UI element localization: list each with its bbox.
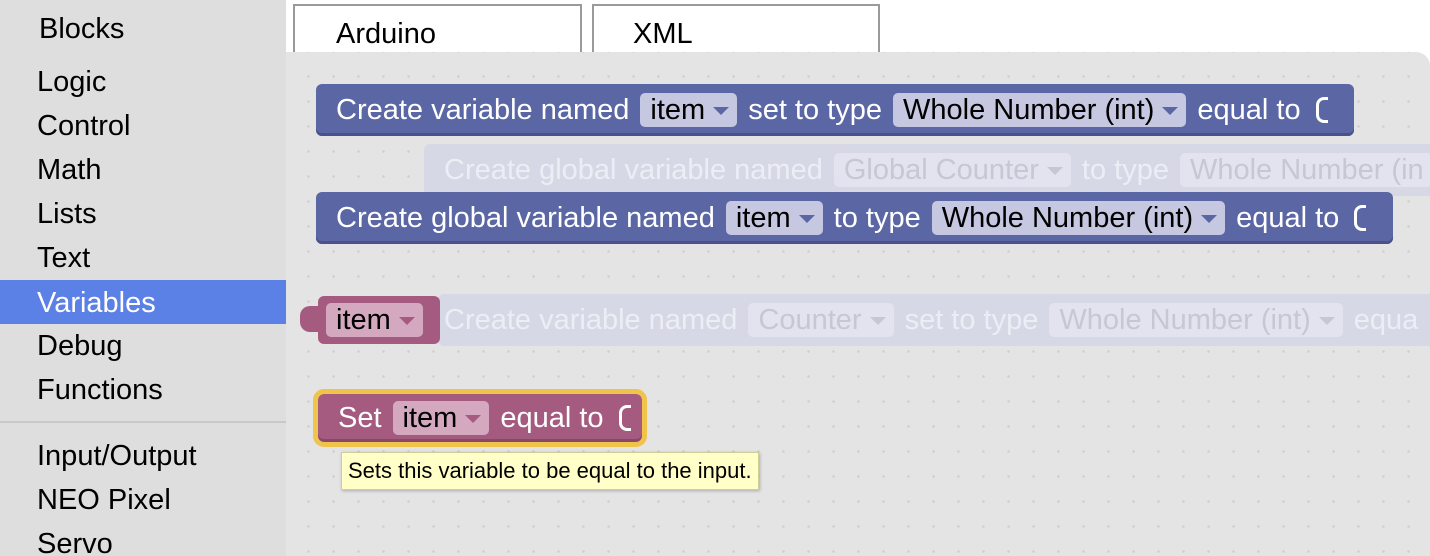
category-input-output[interactable]: Input/Output (0, 433, 286, 477)
chevron-down-icon (798, 215, 815, 223)
category-logic[interactable]: Logic (0, 59, 286, 103)
block-tooltip: Sets this variable to be equal to the in… (341, 452, 759, 490)
chevron-down-icon (869, 317, 886, 325)
category-debug[interactable]: Debug (0, 323, 286, 367)
block-label: Create global variable named (444, 153, 823, 186)
block-label: Create variable named (444, 303, 738, 336)
block-label: to type (833, 201, 921, 234)
variable-name-dropdown: Global Counter (833, 153, 1071, 187)
chevron-down-icon (1201, 215, 1218, 223)
block-label: Create variable named (336, 93, 630, 126)
chevron-down-icon (713, 107, 730, 115)
tab-arduino[interactable]: Arduino (293, 4, 582, 54)
block-label: set to type (748, 93, 882, 126)
blockly-editor: Blocks Arduino XML Logic Control Math Li… (0, 0, 1430, 556)
category-control[interactable]: Control (0, 103, 286, 147)
value-input-socket (618, 405, 631, 431)
variable-name-dropdown[interactable]: item (326, 303, 423, 337)
category-text[interactable]: Text (0, 235, 286, 279)
block-label: equal to (1197, 93, 1301, 126)
variable-type-dropdown[interactable]: Whole Number (int) (893, 93, 1187, 127)
chevron-down-icon (1046, 167, 1063, 175)
category-math[interactable]: Math (0, 147, 286, 191)
block-label: set to type (904, 303, 1039, 336)
value-input-socket (1354, 205, 1367, 231)
create-variable-block[interactable]: Create variable named item set to type W… (316, 84, 1354, 136)
toolbox-sidebar: Logic Control Math Lists Text Variables … (0, 57, 286, 556)
ghost-variable-block: Create variable named Counter set to typ… (438, 294, 1430, 346)
category-functions[interactable]: Functions (0, 367, 286, 411)
category-variables[interactable]: Variables (0, 280, 286, 324)
block-label: Set (338, 401, 382, 434)
block-label: Create global variable named (336, 201, 715, 234)
variable-type-dropdown: Whole Number (int) (1049, 303, 1343, 337)
create-global-variable-block[interactable]: Create global variable named item to typ… (316, 192, 1393, 244)
tab-blocks[interactable]: Blocks (0, 0, 286, 60)
category-neo-pixel[interactable]: NEO Pixel (0, 477, 286, 521)
variable-name-dropdown[interactable]: item (640, 93, 738, 127)
ghost-global-variable-block: Create global variable named Global Coun… (424, 144, 1430, 196)
chevron-down-icon (1162, 107, 1179, 115)
block-label: to type (1081, 153, 1169, 186)
value-input-socket (1315, 97, 1328, 123)
block-label: equa (1353, 303, 1419, 336)
toolbox-separator (0, 421, 286, 423)
chevron-down-icon (398, 317, 415, 325)
chevron-down-icon (465, 415, 482, 423)
variable-getter-block[interactable]: item (318, 296, 440, 344)
chevron-down-icon (1318, 317, 1335, 325)
block-label: equal to (500, 401, 604, 434)
variable-name-dropdown[interactable]: item (725, 201, 823, 235)
block-label: equal to (1236, 201, 1340, 234)
variable-type-dropdown: Whole Number (in (1179, 153, 1430, 187)
variable-name-dropdown[interactable]: item (392, 401, 490, 435)
output-connector (300, 306, 318, 332)
variable-name-dropdown: Counter (748, 303, 894, 337)
category-servo[interactable]: Servo (0, 521, 286, 556)
set-variable-block[interactable]: Set item equal to (313, 389, 647, 447)
variable-type-dropdown[interactable]: Whole Number (int) (931, 201, 1226, 235)
tab-xml[interactable]: XML (592, 4, 880, 54)
category-lists[interactable]: Lists (0, 191, 286, 235)
